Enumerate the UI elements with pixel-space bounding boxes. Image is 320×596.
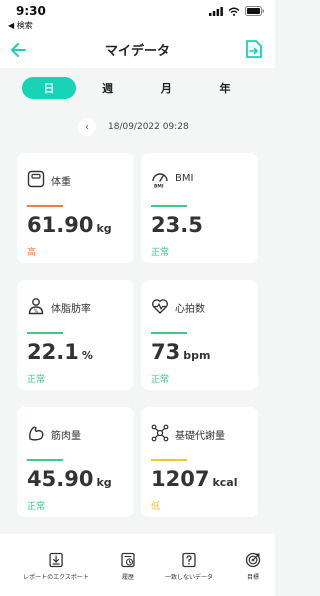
metric-status: 正常 xyxy=(27,375,46,385)
metric-status: 正常 xyxy=(151,248,170,258)
bottom-item-label: レポートのエクスポート xyxy=(23,574,89,581)
wifi-icon xyxy=(228,7,240,16)
metric-card-body-fat[interactable]: % 体脂肪率 22.1% 正常 xyxy=(17,280,134,390)
metric-value-row: 1207 kcal xyxy=(151,467,237,491)
metric-value: 73 xyxy=(151,340,181,364)
status-icons xyxy=(209,6,265,16)
unmatched-data-button[interactable]: 一致しないデータ xyxy=(165,552,213,581)
export-document-icon[interactable] xyxy=(245,39,263,59)
bmi-gauge-icon: BMI xyxy=(152,173,168,189)
metric-unit: % xyxy=(81,349,93,362)
tab-day[interactable]: 日 xyxy=(22,77,76,99)
previous-date-button[interactable]: ‹ xyxy=(78,118,96,136)
metric-unit: kg xyxy=(96,476,112,489)
metric-title: 心拍数 xyxy=(175,304,205,315)
metric-unit: bpm xyxy=(183,349,211,362)
tab-week[interactable]: 週 xyxy=(81,77,135,99)
metric-title: 体重 xyxy=(51,177,71,188)
svg-text:BMI: BMI xyxy=(154,184,164,189)
bottom-action-bar: レポートのエクスポート 履歴 一致しないデータ 目標 xyxy=(0,534,275,596)
tab-month[interactable]: 月 xyxy=(139,77,193,99)
body-fat-icon: % xyxy=(28,298,44,315)
metric-card-weight[interactable]: 体重 61.90 kg 高 xyxy=(17,153,134,263)
metric-title: 体脂肪率 xyxy=(51,304,91,315)
metric-indicator-line xyxy=(151,332,187,334)
history-button[interactable]: 履歴 xyxy=(120,552,136,581)
status-bar: 9:30 ◀ 検索 xyxy=(0,0,275,32)
metric-indicator-line xyxy=(151,459,187,461)
signal-icon xyxy=(209,6,223,16)
chevron-left-icon: ‹ xyxy=(85,121,89,133)
metric-value-row: 45.90 kg xyxy=(27,467,112,491)
measurement-date: 18/09/2022 09:28 xyxy=(108,122,189,132)
bottom-item-label: 一致しないデータ xyxy=(164,574,214,581)
metric-indicator-line xyxy=(27,459,63,461)
metric-card-bmi[interactable]: BMI BMI 23.5 正常 xyxy=(141,153,258,263)
metric-unit: kcal xyxy=(212,476,238,489)
unmatched-data-icon xyxy=(182,552,196,568)
metric-value-row: 23.5 xyxy=(151,213,203,237)
metric-card-basal-metabolism[interactable]: 基礎代謝量 1207 kcal 低 xyxy=(141,407,258,517)
metric-card-heart-rate[interactable]: 心拍数 73 bpm 正常 xyxy=(141,280,258,390)
metric-title: BMI xyxy=(175,173,194,184)
status-back-link[interactable]: ◀ 検索 xyxy=(8,20,33,31)
metric-value: 22.1 xyxy=(27,340,79,364)
muscle-icon xyxy=(29,426,44,441)
metabolism-icon xyxy=(151,424,169,442)
metric-value: 23.5 xyxy=(151,213,203,237)
tab-year[interactable]: 年 xyxy=(198,77,252,99)
target-icon xyxy=(245,552,261,568)
metric-value-row: 22.1% xyxy=(27,340,93,364)
battery-icon xyxy=(245,6,264,16)
metric-status: 低 xyxy=(151,502,161,512)
export-report-icon xyxy=(49,552,63,568)
metric-title: 筋肉量 xyxy=(51,431,81,442)
metric-unit: kg xyxy=(96,222,112,235)
scale-icon xyxy=(27,170,45,188)
bottom-item-label: 履歴 xyxy=(121,574,134,581)
metric-value-row: 61.90 kg xyxy=(27,213,112,237)
metric-indicator-line xyxy=(27,332,63,334)
metric-value: 45.90 xyxy=(27,467,94,491)
navigation-bar: マイデータ xyxy=(0,32,275,68)
metric-indicator-line xyxy=(151,205,187,207)
metric-title: 基礎代謝量 xyxy=(175,431,225,442)
metric-indicator-line xyxy=(27,205,63,207)
page-title: マイデータ xyxy=(104,44,170,59)
bottom-item-label: 目標 xyxy=(246,574,259,581)
svg-text:%: % xyxy=(34,309,39,315)
export-report-button[interactable]: レポートのエクスポート xyxy=(23,552,89,581)
goal-button[interactable]: 目標 xyxy=(245,552,261,581)
metric-status: 正常 xyxy=(27,502,46,512)
history-icon xyxy=(121,552,135,568)
period-tabs: 日 週 月 年 xyxy=(22,76,252,100)
metric-card-muscle-mass[interactable]: 筋肉量 45.90 kg 正常 xyxy=(17,407,134,517)
metric-status: 高 xyxy=(27,248,37,258)
metric-value: 61.90 xyxy=(27,213,94,237)
metric-value: 1207 xyxy=(151,467,210,491)
status-time: 9:30 xyxy=(16,4,46,18)
metric-status: 正常 xyxy=(151,375,170,385)
date-selector: ‹ 18/09/2022 09:28 xyxy=(78,117,200,137)
heart-rate-icon xyxy=(151,299,169,314)
metric-value-row: 73 bpm xyxy=(151,340,210,364)
